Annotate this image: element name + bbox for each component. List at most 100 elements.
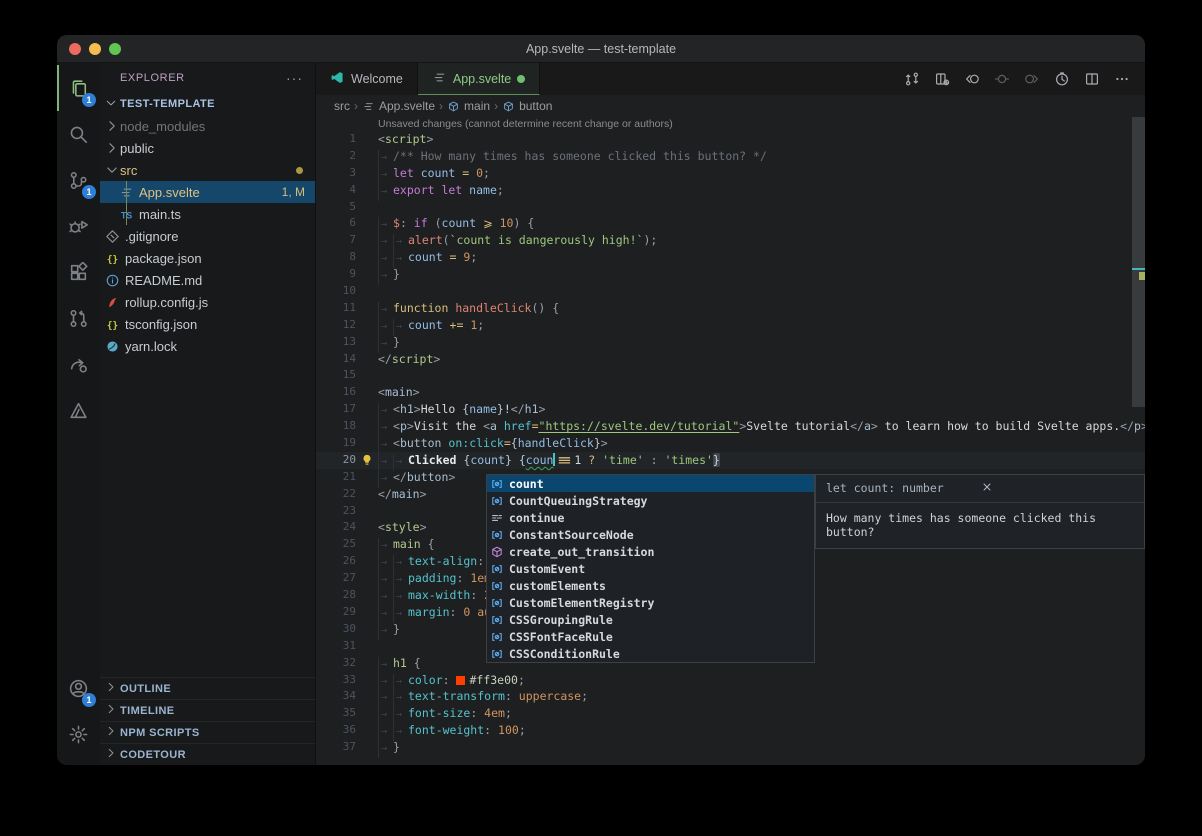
suggest-item-create_out_transition[interactable]: create_out_transition (487, 543, 814, 560)
scrollbar-slider[interactable] (1132, 117, 1145, 407)
gutter-space (356, 401, 378, 418)
code-line-7[interactable]: 7→→alert(`count is dangerously high!`); (316, 232, 1145, 249)
code-line-10[interactable]: 10 (316, 283, 1145, 300)
tour-back-icon[interactable] (959, 66, 985, 92)
code-line-18[interactable]: 18→<p>Visit the <a href="https://svelte.… (316, 418, 1145, 435)
code-line-17[interactable]: 17→<h1>Hello {name}!</h1> (316, 401, 1145, 418)
activity-item-extensions[interactable] (57, 249, 100, 295)
code-line-16[interactable]: 16<main> (316, 384, 1145, 401)
sidebar-section-npm-scripts[interactable]: NPM SCRIPTS (100, 721, 315, 743)
suggest-item-cssfontfacerule[interactable]: CSSFontFaceRule (487, 628, 814, 645)
codelens-annotation[interactable]: Unsaved changes (cannot determine recent… (316, 117, 1145, 131)
activity-item-settings[interactable] (57, 711, 100, 757)
live-share-icon (68, 354, 89, 375)
title-bar[interactable]: App.svelte — test-template (57, 35, 1145, 63)
suggest-item-cssconditionrule[interactable]: CSSConditionRule (487, 645, 814, 662)
code-line-19[interactable]: 19→<button on:click={handleClick}> (316, 435, 1145, 452)
split-editor-icon[interactable] (1079, 66, 1105, 92)
code-line-2[interactable]: 2→/** How many times has someone clicked… (316, 148, 1145, 165)
sidebar-section-timeline[interactable]: TIMELINE (100, 699, 315, 721)
activity-item-live-share[interactable] (57, 341, 100, 387)
code-editor[interactable]: Unsaved changes (cannot determine recent… (316, 117, 1145, 765)
token: uppercase (519, 689, 581, 703)
info-icon (104, 272, 120, 288)
modified-dot-icon[interactable] (517, 75, 525, 83)
code-line-13[interactable]: 13→} (316, 334, 1145, 351)
code-line-33[interactable]: 33→→color: #ff3e00; (316, 672, 1145, 689)
tree-item-readme-md[interactable]: README.md (100, 269, 315, 291)
suggest-item-countqueuingstrategy[interactable]: CountQueuingStrategy (487, 492, 814, 509)
more-actions-icon[interactable] (1109, 66, 1135, 92)
tree-item-public[interactable]: public (100, 137, 315, 159)
lightbulb-icon[interactable] (356, 452, 378, 469)
tree-item-package-json[interactable]: {}package.json (100, 247, 315, 269)
sidebar-section-outline[interactable]: OUTLINE (100, 677, 315, 699)
gutter-space (356, 435, 378, 452)
code-line-20[interactable]: 20→→Clicked {count} {coun≡1 ? 'time' : '… (316, 452, 1145, 469)
record-tour-icon[interactable] (1049, 66, 1075, 92)
code-line-9[interactable]: 9→} (316, 266, 1145, 283)
tree-item-main-ts[interactable]: TSmain.ts (100, 203, 315, 225)
activity-item-run-debug[interactable] (57, 203, 100, 249)
tab-welcome[interactable]: Welcome (316, 63, 418, 95)
code-line-34[interactable]: 34→→text-transform: uppercase; (316, 688, 1145, 705)
svg-text:{}: {} (106, 254, 117, 265)
tree-item-tsconfig-json[interactable]: {}tsconfig.json (100, 313, 315, 335)
code-line-4[interactable]: 4→export let name; (316, 182, 1145, 199)
code-line-15[interactable]: 15 (316, 367, 1145, 384)
sidebar-section-codetour[interactable]: CODETOUR (100, 743, 315, 765)
suggest-item-cssgroupingrule[interactable]: CSSGroupingRule (487, 611, 814, 628)
line-number: 31 (316, 638, 356, 655)
open-changes-icon[interactable] (929, 66, 955, 92)
token: "https://svelte.dev/tutorial" (539, 419, 740, 433)
code-line-3[interactable]: 3→let count = 0; (316, 165, 1145, 182)
tour-current-icon[interactable] (989, 66, 1015, 92)
activity-item-source-control[interactable]: 1 (57, 157, 100, 203)
tab-app-svelte[interactable]: App.svelte (418, 63, 540, 95)
symbol-variable-icon (490, 477, 504, 491)
activity-item-accounts[interactable]: 1 (57, 665, 100, 711)
breadcrumb-item-app-svelte[interactable]: App.svelte (362, 99, 435, 113)
breadcrumb-item-src[interactable]: src (334, 99, 350, 113)
project-root-item[interactable]: TEST-TEMPLATE (100, 93, 315, 115)
suggest-item-count[interactable]: count (487, 475, 814, 492)
code-line-14[interactable]: 14</script> (316, 351, 1145, 368)
close-icon[interactable] (981, 481, 1136, 495)
suggest-item-customelementregistry[interactable]: CustomElementRegistry (487, 594, 814, 611)
code-line-11[interactable]: 11→function handleClick() { (316, 300, 1145, 317)
token: `count is dangerously high!` (450, 233, 644, 247)
activity-item-github-pr[interactable] (57, 295, 100, 341)
code-line-5[interactable]: 5 (316, 199, 1145, 216)
code-line-1[interactable]: 1<script> (316, 131, 1145, 148)
tree-item-rollup-config-js[interactable]: rollup.config.js (100, 291, 315, 313)
tree-item-src[interactable]: src (100, 159, 315, 181)
code-line-37[interactable]: 37→} (316, 739, 1145, 756)
suggest-item-constantsourcenode[interactable]: ConstantSourceNode (487, 526, 814, 543)
line-number: 35 (316, 705, 356, 722)
tree-item-node-modules[interactable]: node_modules (100, 115, 315, 137)
sidebar-more-actions-icon[interactable]: ··· (286, 70, 303, 86)
activity-item-search[interactable] (57, 111, 100, 157)
suggest-item-continue[interactable]: continue (487, 509, 814, 526)
tour-forward-icon[interactable] (1019, 66, 1045, 92)
breadcrumb-item-button[interactable]: button (502, 99, 552, 113)
token: script (385, 132, 427, 146)
tree-item-yarn-lock[interactable]: yarn.lock (100, 335, 315, 357)
token: : (484, 723, 498, 737)
gutter-space (356, 621, 378, 638)
code-line-8[interactable]: 8→→count = 9; (316, 249, 1145, 266)
code-line-35[interactable]: 35→→font-size: 4em; (316, 705, 1145, 722)
token: > (448, 470, 455, 484)
tree-item-app-svelte[interactable]: App.svelte1, M (100, 181, 315, 203)
code-line-12[interactable]: 12→→count += 1; (316, 317, 1145, 334)
git-compare-icon[interactable] (899, 66, 925, 92)
suggest-item-customevent[interactable]: CustomEvent (487, 560, 814, 577)
code-line-6[interactable]: 6→$: if (count ⩾ 10) { (316, 215, 1145, 232)
tree-item--gitignore[interactable]: .gitignore (100, 225, 315, 247)
breadcrumb-item-main[interactable]: main (447, 99, 490, 113)
code-line-36[interactable]: 36→→font-weight: 100; (316, 722, 1145, 739)
activity-item-explorer[interactable]: 1 (57, 65, 100, 111)
suggest-item-customelements[interactable]: customElements (487, 577, 814, 594)
run-debug-icon (68, 216, 89, 237)
activity-item-azure[interactable] (57, 387, 100, 433)
